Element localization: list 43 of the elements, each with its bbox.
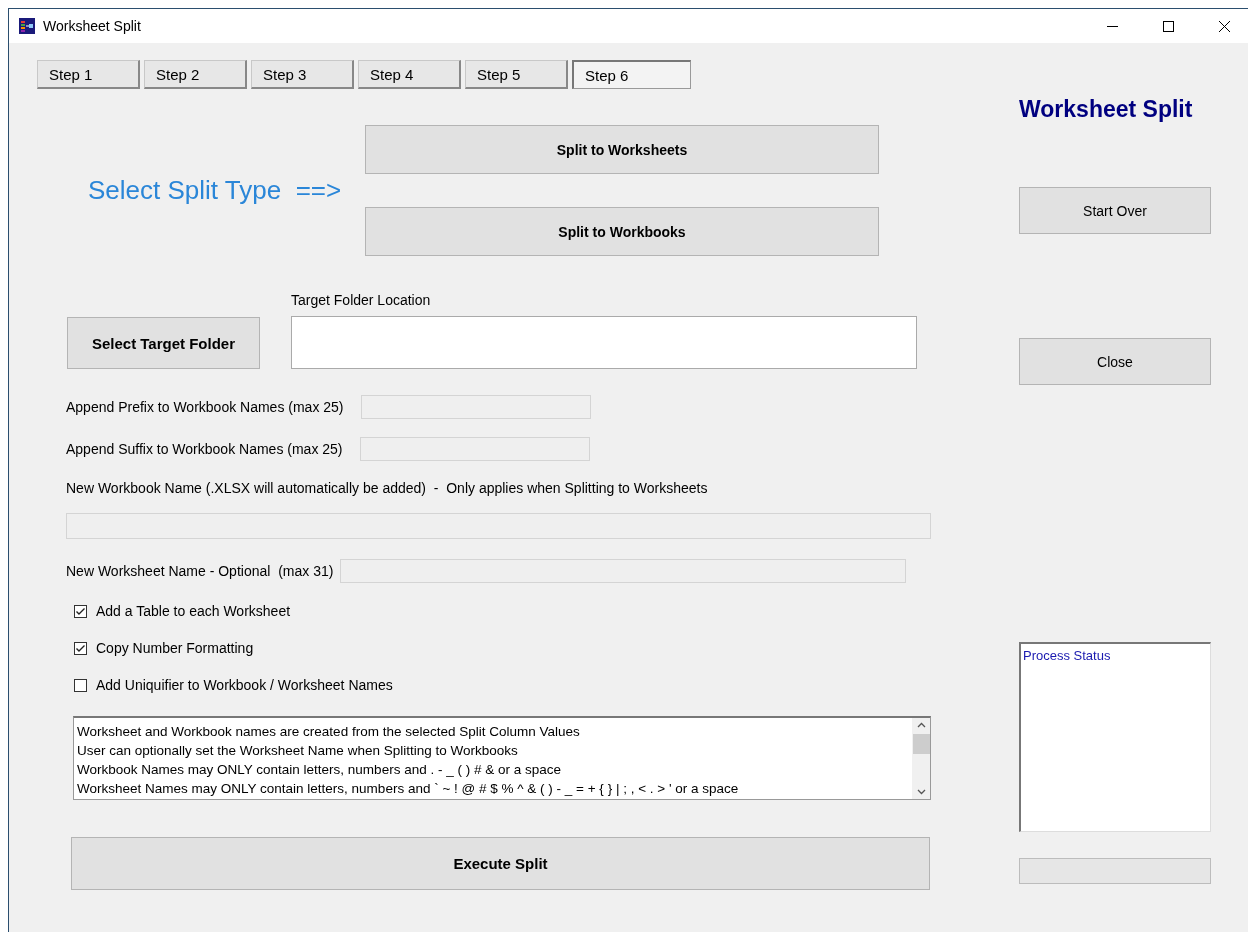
maximize-icon[interactable] [1163, 20, 1174, 32]
checkbox-label[interactable]: Copy Number Formatting [96, 640, 254, 656]
scroll-down-icon[interactable] [916, 789, 926, 795]
field-label: New Worksheet Name - Optional (max 31) [66, 563, 334, 579]
note-line: User can optionally set the Worksheet Name when Splitting to Workbooks [77, 742, 519, 760]
note-line: Worksheet Names may ONLY contain letters, numbers and ` ~ ! @ # $ % ^ & ( ) - _ = + { } | ; , < . > ' or a space [77, 780, 740, 798]
close-icon[interactable] [1219, 20, 1230, 32]
split-button[interactable]: Split to Worksheets [365, 125, 879, 174]
suffix-field[interactable] [359, 437, 590, 461]
prefix-field[interactable] [360, 395, 591, 419]
workbook-name-field[interactable] [66, 513, 931, 539]
split-button[interactable]: Split to Workbooks [365, 207, 879, 256]
window-title: Worksheet Split [43, 18, 141, 34]
checkbox-label[interactable]: Add Uniquifier to Workbook / Worksheet Names [96, 677, 393, 693]
checkbox[interactable] [74, 678, 87, 692]
field-label: Append Prefix to Workbook Names (max 25) [66, 399, 344, 415]
status-title: Process Status [1023, 648, 1111, 663]
sidebar-button[interactable]: Start Over [1019, 187, 1211, 234]
execute-button[interactable]: Execute Split [71, 837, 930, 890]
scroll-up-icon[interactable] [916, 722, 926, 728]
note-line: Workbook Names may ONLY contain letters, numbers and . - _ ( ) # & or a space [77, 761, 562, 779]
step-tab[interactable]: Step 1 [37, 60, 140, 89]
checkbox-label[interactable]: Add a Table to each Worksheet [96, 603, 291, 619]
folder-field[interactable] [291, 316, 917, 369]
step-tab[interactable]: Step 2 [144, 60, 247, 89]
app-heading: Worksheet Split [1019, 96, 1194, 123]
split-type-prompt: Select Split Type ==> [87, 175, 343, 206]
step-tab[interactable]: Step 5 [465, 60, 568, 89]
app-icon [19, 18, 35, 34]
worksheet-name-field[interactable] [340, 559, 907, 583]
step-tab[interactable]: Step 4 [358, 60, 461, 89]
step-tab[interactable]: Step 3 [251, 60, 354, 89]
step-tab[interactable]: Step 6 [572, 60, 691, 89]
scrollbar[interactable] [912, 718, 930, 799]
select-folder-button[interactable]: Select Target Folder [67, 317, 260, 369]
scroll-thumb[interactable] [912, 734, 930, 754]
field-label: Target Folder Location [291, 292, 432, 308]
checkbox[interactable] [74, 604, 87, 618]
field-label: Append Suffix to Workbook Names (max 25) [66, 441, 343, 457]
field-label: New Workbook Name (.XLSX will automatically be added) - Only applies when Splitting to Worksheets [66, 480, 709, 496]
sidebar-button[interactable]: Close [1019, 338, 1211, 385]
checkbox[interactable] [74, 641, 87, 655]
note-line: Worksheet and Workbook names are created from the selected Split Column Values [77, 723, 581, 741]
